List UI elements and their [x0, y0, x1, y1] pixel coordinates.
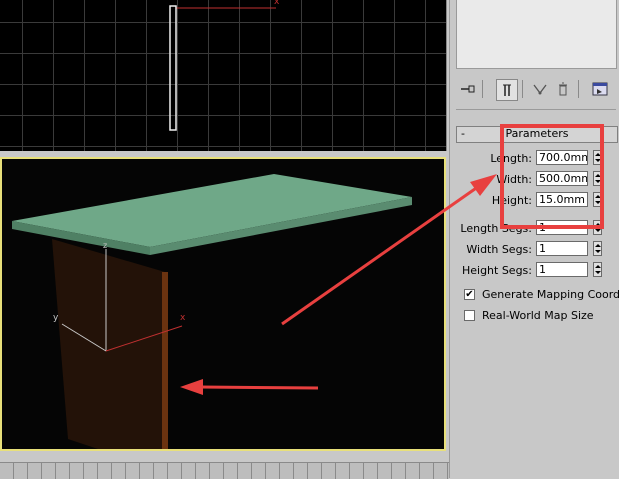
remove-modifier-icon[interactable]: [553, 79, 573, 99]
show-end-result-icon[interactable]: [496, 79, 518, 101]
perspective-viewport[interactable]: z y x: [0, 157, 446, 451]
width-row: Width: 500.0mm: [450, 171, 619, 189]
height-row: Height: 15.0mm: [450, 192, 619, 210]
height-label: Height:: [491, 194, 532, 207]
length-label: Length:: [490, 152, 532, 165]
table-leg-front: [52, 239, 165, 449]
toolbar-separator: [578, 80, 579, 98]
height-spinner[interactable]: [593, 192, 602, 207]
width-segs-field[interactable]: 1: [536, 241, 588, 256]
parameters-rollout-header[interactable]: - Parameters: [456, 126, 618, 143]
command-panel: - Parameters Length: 700.0mm Width: 500.…: [449, 0, 619, 478]
height-field[interactable]: 15.0mm: [536, 192, 588, 207]
toolbar-separator: [482, 80, 483, 98]
timeline-track[interactable]: [0, 462, 449, 479]
height-segs-label: Height Segs:: [461, 264, 532, 277]
pin-stack-icon[interactable]: [458, 79, 478, 99]
toolbar-separator: [522, 80, 523, 98]
make-unique-icon[interactable]: [530, 79, 550, 99]
length-row: Length: 700.0mm: [450, 150, 619, 168]
real-world-map-option[interactable]: Real-World Map Size: [464, 309, 619, 325]
panel-divider: [456, 109, 616, 110]
viewport-bottom-gap: [0, 451, 449, 462]
gizmo-y-label: y: [53, 313, 59, 323]
real-world-map-checkbox[interactable]: [464, 310, 475, 321]
top-viewport[interactable]: x: [0, 0, 447, 152]
generate-mapping-checkbox[interactable]: ✔: [464, 289, 475, 300]
real-world-map-label: Real-World Map Size: [482, 309, 594, 322]
rollout-title: Parameters: [505, 127, 569, 140]
modifier-stack-list[interactable]: [456, 0, 617, 69]
configure-modifier-sets-icon[interactable]: [590, 79, 610, 99]
gizmo-z-label: z: [103, 241, 107, 250]
generate-mapping-label: Generate Mapping Coords.: [482, 288, 619, 301]
width-label: Width:: [496, 173, 532, 186]
perspective-viewport-canvas: z y x: [12, 174, 412, 449]
width-segs-row: Width Segs: 1: [450, 241, 619, 259]
table-leg-side: [162, 272, 168, 449]
width-segs-label: Width Segs:: [466, 243, 532, 256]
modifier-stack-toolbar: [458, 77, 618, 101]
height-segs-spinner[interactable]: [593, 262, 602, 277]
generate-mapping-option[interactable]: ✔ Generate Mapping Coords.: [464, 288, 619, 304]
length-segs-spinner[interactable]: [593, 220, 602, 235]
top-axis-x-label: x: [274, 0, 280, 7]
length-segs-row: Length Segs: 1: [450, 220, 619, 238]
length-segs-label: Length Segs:: [460, 222, 532, 235]
width-spinner[interactable]: [593, 171, 602, 186]
length-segs-field[interactable]: 1: [536, 220, 588, 235]
height-segs-field[interactable]: 1: [536, 262, 588, 277]
gizmo-x-label: x: [180, 313, 186, 323]
width-field[interactable]: 500.0mm: [536, 171, 588, 186]
width-segs-spinner[interactable]: [593, 241, 602, 256]
top-viewport-canvas: x: [169, 0, 280, 131]
length-field[interactable]: 700.0mm: [536, 150, 588, 165]
height-segs-row: Height Segs: 1: [450, 262, 619, 280]
length-spinner[interactable]: [593, 150, 602, 165]
selected-box-top-view: [169, 5, 177, 131]
